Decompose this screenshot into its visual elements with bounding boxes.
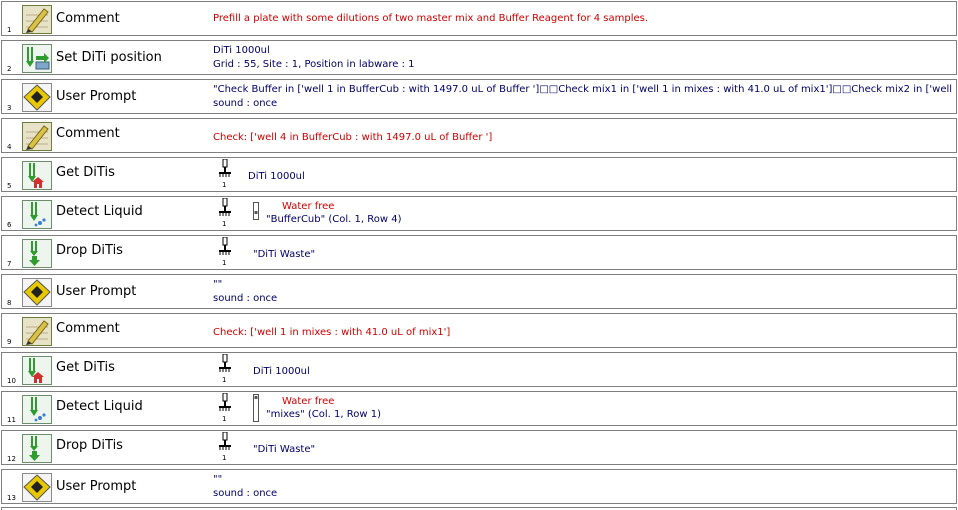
command-name: User Prompt [56,89,137,104]
script-row-2[interactable]: 2 Set DiTi position DiTi 1000ul Grid : 5… [1,40,957,75]
drop-ditis-icon [22,434,52,463]
tip-mask-label: 1 [222,181,227,189]
command-parameters: 1 DiTi 1000ul [213,158,956,191]
get-ditis-icon [22,356,52,385]
command-parameters: "Check Buffer in ['well 1 in BufferCub :… [213,80,956,113]
detect-liquid-icon [22,200,52,229]
drop-ditis-icon [22,239,52,268]
line-number: 5 [7,182,12,190]
line-number: 4 [7,143,12,151]
set-diti-position-icon [22,44,52,73]
command-name: Comment [56,11,120,26]
command-parameters: DiTi 1000ul Grid : 55, Site : 1, Positio… [213,41,956,74]
prompt-sound: sound : once [213,488,278,499]
script-row-10[interactable]: 10 Get DiTis 1 DiTi 1000ul [1,352,957,387]
user-prompt-icon [22,473,52,502]
command-name: Detect Liquid [56,204,143,219]
comment-text: Prefill a plate with some dilutions of t… [213,13,649,24]
line-number: 12 [7,455,16,463]
liquid-class: Water free [282,396,335,407]
command-parameters: Check: ['well 4 in BufferCub : with 1497… [213,119,956,152]
script-row-9[interactable]: 9 Comment Check: ['well 1 in mixes : wit… [1,313,957,348]
get-ditis-icon [22,161,52,190]
comment-text: Check: ['well 4 in BufferCub : with 1497… [213,132,493,143]
line-number: 6 [7,221,12,229]
command-parameters: 1 DiTi 1000ul [213,353,956,386]
comment-icon [22,317,52,346]
script-row-3[interactable]: 3 User Prompt "Check Buffer in ['well 1 … [1,79,957,114]
detect-liquid-icon [22,395,52,424]
prompt-message: "Check Buffer in ['well 1 in BufferCub :… [213,84,956,95]
comment-text: Check: ['well 1 in mixes : with 41.0 uL … [213,327,451,338]
diti-type: DiTi 1000ul [253,366,310,377]
user-prompt-icon [22,278,52,307]
script-row-8[interactable]: 8 User Prompt "" sound : once [1,274,957,309]
command-name: Drop DiTis [56,438,123,453]
tip-mask-label: 1 [222,220,227,228]
command-name: User Prompt [56,479,137,494]
command-parameters: Prefill a plate with some dilutions of t… [213,2,956,35]
diti-grid-position: Grid : 55, Site : 1, Position in labware… [213,59,415,70]
waste-location: "DiTi Waste" [253,249,316,260]
liquid-class: Water free [282,201,335,212]
line-number: 8 [7,299,12,307]
script-row-1[interactable]: 1 Comment Prefill a plate with some dilu… [1,1,957,36]
tip-mask-label: 1 [222,259,227,267]
script-row-7[interactable]: 7 Drop DiTis 1 "DiTi Waste" [1,235,957,270]
line-number: 13 [7,494,16,502]
prompt-message: "" [213,279,223,290]
labware-location: "mixes" (Col. 1, Row 1) [266,409,381,420]
tip-mask-label: 1 [222,454,227,462]
script-row-11[interactable]: 11 Detect Liquid 1 Water free "mixes" (C… [1,391,957,426]
command-parameters: "" sound : once [213,470,956,503]
labware-location: "BufferCub" (Col. 1, Row 4) [266,214,402,225]
script-row-5[interactable]: 5 Get DiTis 1 DiTi 1000ul [1,157,957,192]
script-row-13[interactable]: 13 User Prompt "" sound : once [1,469,957,504]
command-parameters: 1 "DiTi Waste" [213,431,956,464]
diti-type: DiTi 1000ul [248,171,305,182]
prompt-message: "" [213,474,223,485]
line-number: 11 [7,416,16,424]
script-row-12[interactable]: 12 Drop DiTis 1 "DiTi Waste" [1,430,957,465]
command-name: Set DiTi position [56,50,162,65]
script-row-4[interactable]: 4 Comment Check: ['well 4 in BufferCub :… [1,118,957,153]
waste-location: "DiTi Waste" [253,444,316,455]
script-command-list: 1 Comment Prefill a plate with some dilu… [0,0,958,510]
line-number: 10 [7,377,16,385]
comment-icon [22,5,52,34]
command-parameters: 1 Water free "BufferCub" (Col. 1, Row 4) [213,197,956,230]
user-prompt-icon [22,83,52,112]
line-number: 3 [7,104,12,112]
prompt-sound: sound : once [213,293,278,304]
command-name: Get DiTis [56,360,115,375]
diti-type: DiTi 1000ul [213,45,270,56]
tip-mask-label: 1 [222,376,227,384]
command-name: Drop DiTis [56,243,123,258]
command-name: Get DiTis [56,165,115,180]
comment-icon [22,122,52,151]
command-parameters: 1 "DiTi Waste" [213,236,956,269]
command-name: Detect Liquid [56,399,143,414]
command-parameters: 1 Water free "mixes" (Col. 1, Row 1) [213,392,956,425]
command-name: User Prompt [56,284,137,299]
prompt-sound: sound : once [213,98,278,109]
command-name: Comment [56,126,120,141]
well-selection-icon [253,202,259,220]
command-name: Comment [56,321,120,336]
script-row-6[interactable]: 6 Detect Liquid 1 Water free "BufferCub"… [1,196,957,231]
well-selection-icon [253,394,259,422]
line-number: 9 [7,338,12,346]
tip-mask-label: 1 [222,415,227,423]
command-parameters: "" sound : once [213,275,956,308]
line-number: 2 [7,65,12,73]
line-number: 1 [7,26,12,34]
line-number: 7 [7,260,12,268]
command-parameters: Check: ['well 1 in mixes : with 41.0 uL … [213,314,956,347]
